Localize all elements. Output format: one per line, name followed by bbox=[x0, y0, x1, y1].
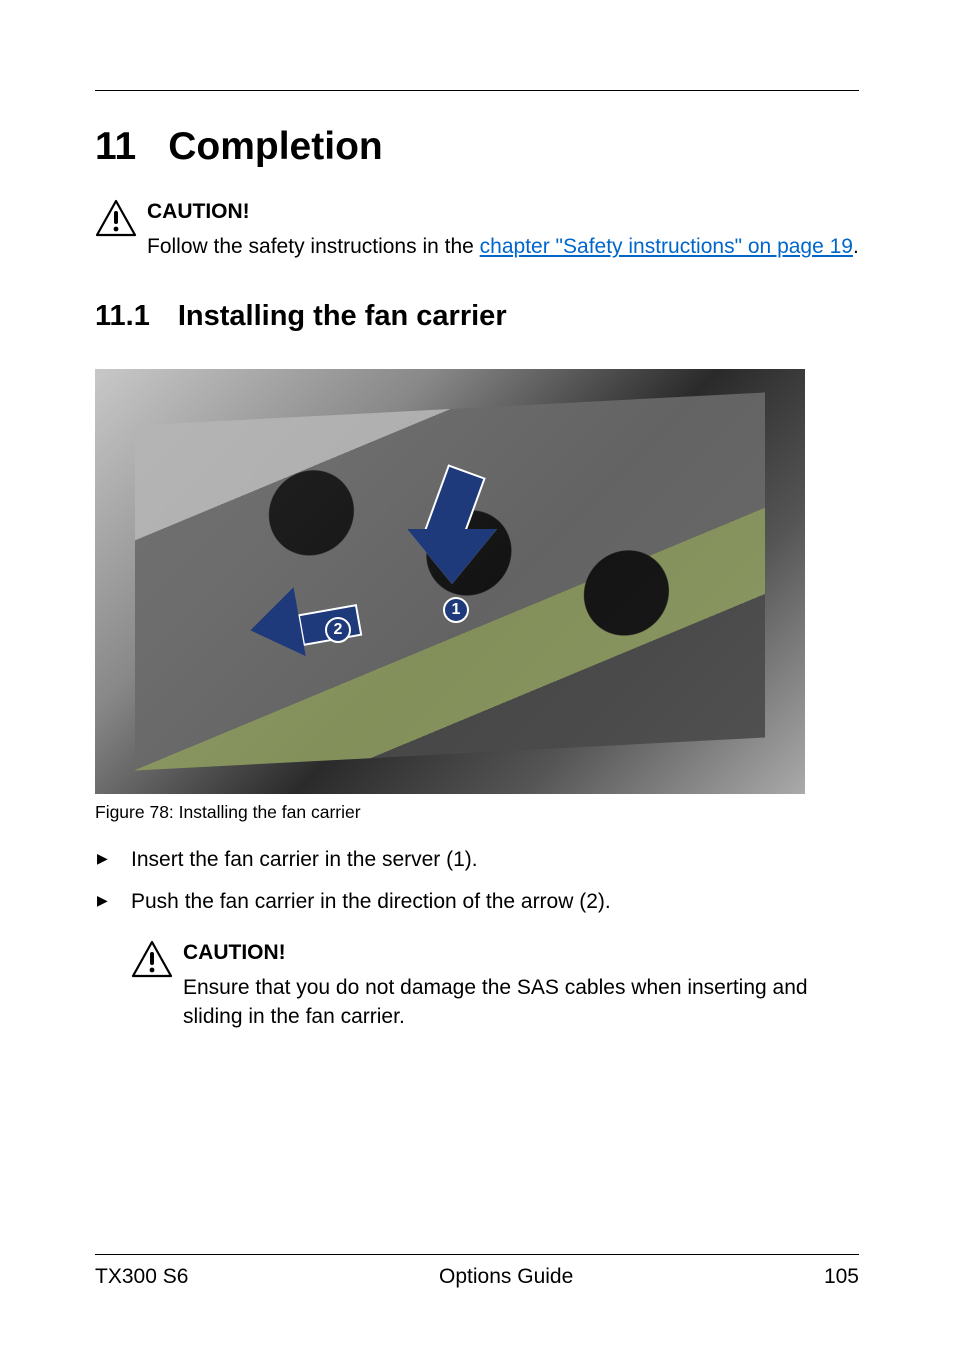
caution-body: Follow the safety instructions in the ch… bbox=[147, 232, 859, 261]
figure-image: 1 2 bbox=[95, 369, 805, 794]
chapter-number: 11 bbox=[95, 125, 136, 169]
figure-caption: Figure 78: Installing the fan carrier bbox=[95, 802, 859, 823]
caution-icon bbox=[131, 940, 173, 983]
caution-label: CAUTION! bbox=[183, 938, 859, 967]
caution-text-before: Follow the safety instructions in the bbox=[147, 235, 480, 258]
top-rule bbox=[95, 90, 859, 91]
step-list: Insert the fan carrier in the server (1)… bbox=[95, 845, 859, 918]
footer-rule bbox=[95, 1254, 859, 1255]
caution-block-1: CAUTION! Follow the safety instructions … bbox=[95, 197, 859, 262]
page-footer: TX300 S6 Options Guide 105 bbox=[95, 1254, 859, 1289]
footer-right: 105 bbox=[824, 1265, 859, 1289]
section-title: Installing the fan carrier bbox=[178, 300, 507, 332]
caution-icon bbox=[95, 199, 137, 242]
figure: 1 2 bbox=[95, 369, 859, 794]
marker-1: 1 bbox=[443, 597, 469, 623]
list-item: Push the fan carrier in the direction of… bbox=[95, 887, 859, 917]
list-item: Insert the fan carrier in the server (1)… bbox=[95, 845, 859, 875]
caution-text-after: . bbox=[853, 235, 859, 258]
chapter-heading: 11 Completion bbox=[95, 125, 859, 169]
footer-left: TX300 S6 bbox=[95, 1265, 188, 1289]
marker-2: 2 bbox=[325, 617, 351, 643]
safety-instructions-link[interactable]: chapter "Safety instructions" on page 19 bbox=[480, 235, 853, 258]
caution-block-2: CAUTION! Ensure that you do not damage t… bbox=[131, 938, 859, 1032]
section-number: 11.1 bbox=[95, 300, 150, 333]
footer-center: Options Guide bbox=[439, 1265, 573, 1289]
section-heading: 11.1 Installing the fan carrier bbox=[95, 300, 859, 333]
chapter-title: Completion bbox=[168, 125, 382, 168]
caution-body: Ensure that you do not damage the SAS ca… bbox=[183, 973, 859, 1032]
caution-label: CAUTION! bbox=[147, 197, 859, 226]
